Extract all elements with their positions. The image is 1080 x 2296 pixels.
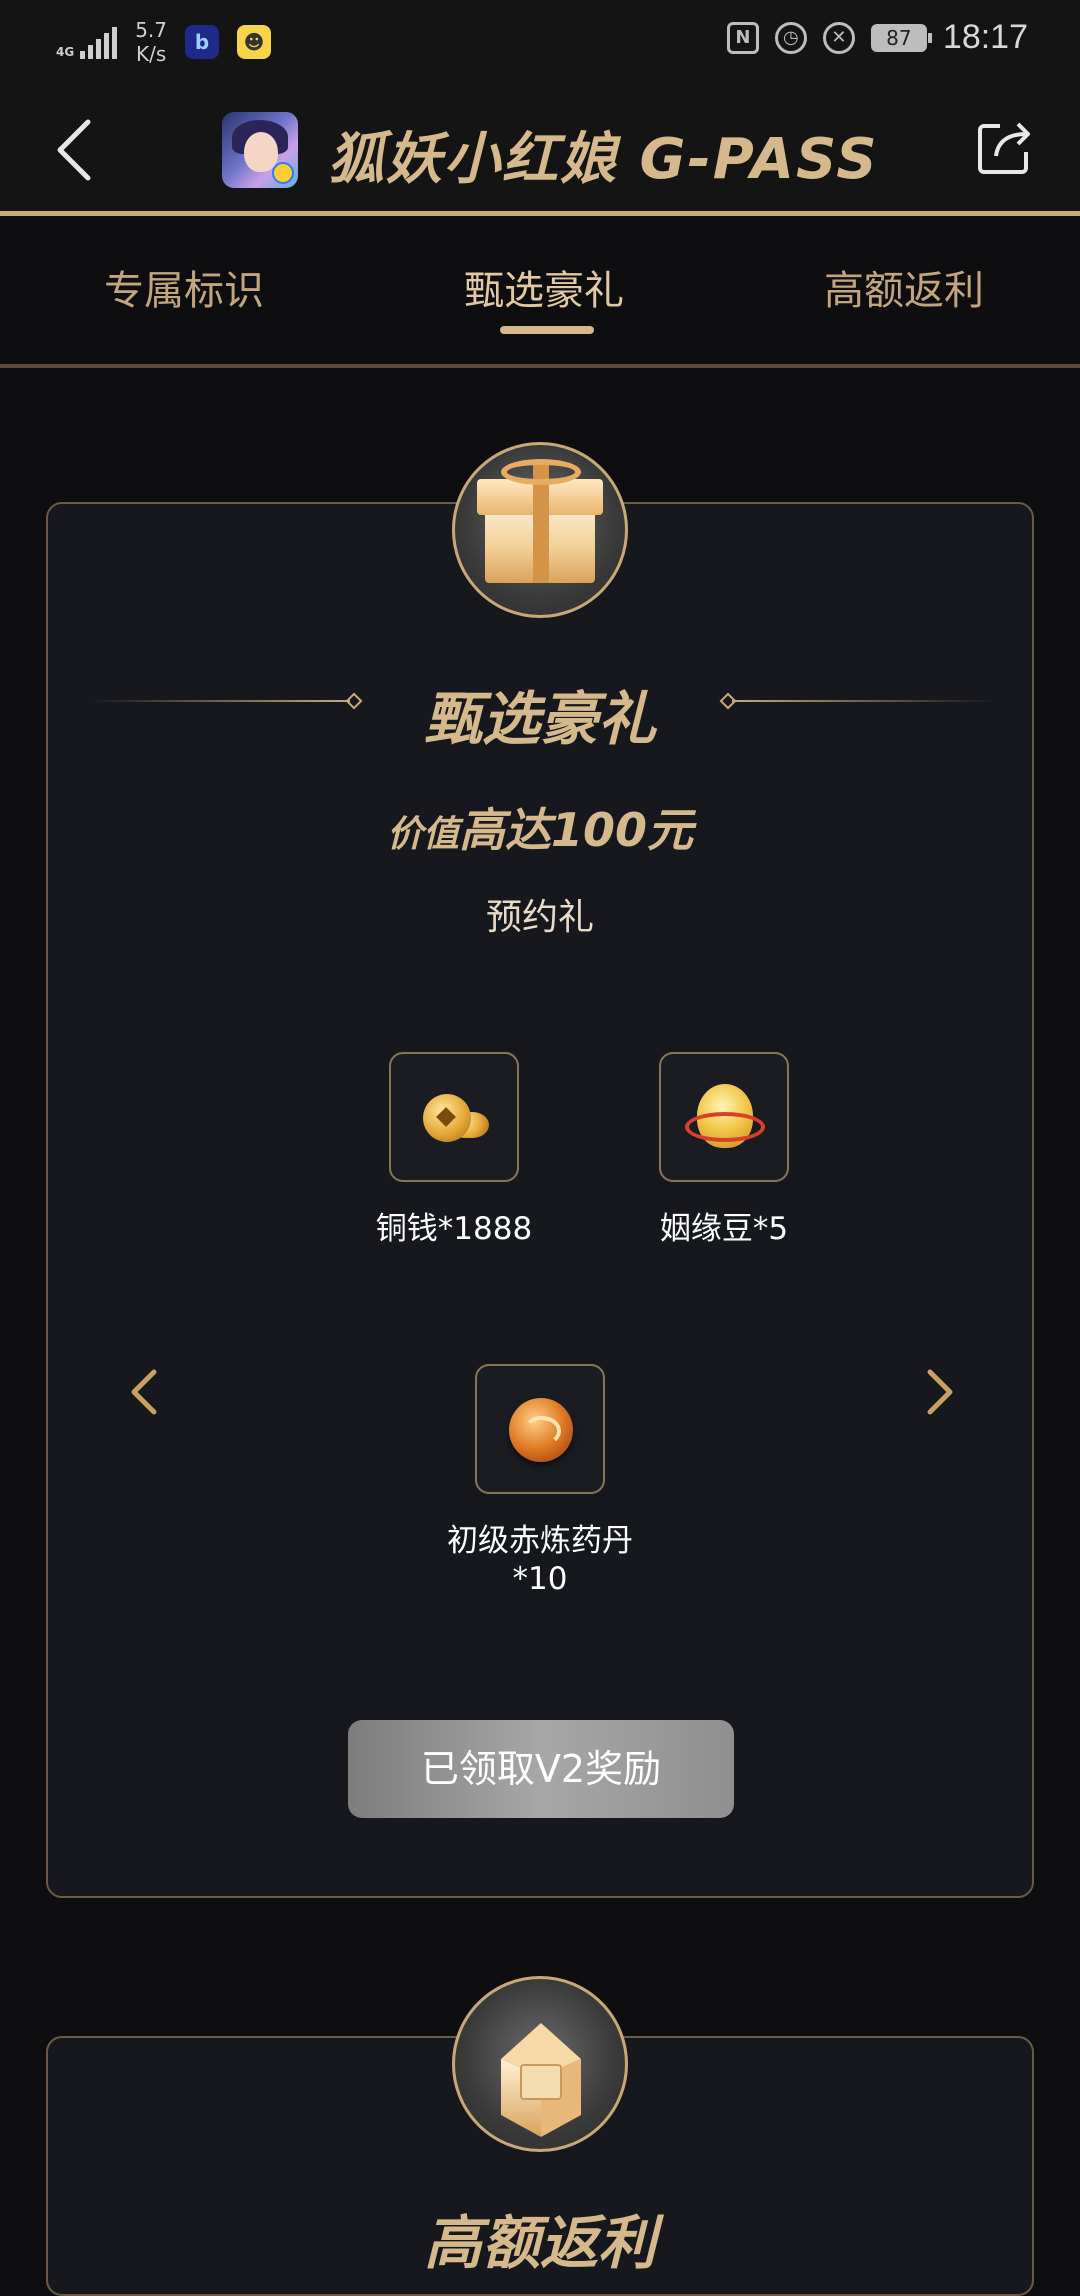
mute-bell-icon: ✕ xyxy=(822,21,855,54)
gift-box-icon xyxy=(452,442,628,618)
title-divider-right xyxy=(732,700,994,702)
claim-reward-button[interactable]: 已领取V2奖励 xyxy=(348,1720,734,1818)
alarm-icon: ◷ xyxy=(774,21,807,54)
reward-item-label: 初级赤炼药丹 *10 xyxy=(447,1523,633,1597)
chevron-left-icon xyxy=(57,119,91,181)
rebate-box-icon xyxy=(452,1976,628,2152)
carousel-prev-button[interactable] xyxy=(124,1362,164,1422)
game-logo xyxy=(222,112,298,188)
reward-item: 铜钱*1888 xyxy=(344,1052,564,1248)
app-header: 狐妖小红娘 G-PASS xyxy=(0,80,1080,216)
reward-item-frame xyxy=(475,1364,605,1494)
carousel-next-button[interactable] xyxy=(920,1362,960,1422)
network-speed: 5.7 K/s xyxy=(135,18,168,66)
chick-app-icon: ☻ xyxy=(237,25,272,59)
section-title-row: 甄选豪礼 xyxy=(48,672,1032,753)
reward-item: 姻缘豆*5 xyxy=(614,1052,834,1248)
back-button[interactable] xyxy=(52,118,100,182)
reward-item-frame xyxy=(659,1052,789,1182)
cellular-signal-icon: 4G xyxy=(56,25,118,59)
gift-card: 甄选豪礼 价值高达100元 预约礼 铜钱*1888 姻缘豆*5 初级赤炼药丹 *… xyxy=(46,502,1034,1898)
nfc-icon: N xyxy=(726,21,759,54)
rebate-section-title: 高额返利 xyxy=(423,2209,656,2277)
page-title: 狐妖小红娘 G-PASS xyxy=(328,127,879,192)
chevron-right-icon xyxy=(927,1369,953,1415)
tab-bar: 专属标识 甄选豪礼 高额返利 xyxy=(0,216,1080,368)
battery-icon: 87 xyxy=(870,23,932,52)
gift-subtitle: 预约礼 xyxy=(485,897,594,938)
reward-item-frame xyxy=(389,1052,519,1182)
active-tab-indicator xyxy=(500,326,594,334)
reward-item-label: 姻缘豆*5 xyxy=(659,1211,789,1247)
bilibili-app-icon: b xyxy=(185,25,220,59)
reward-item-label: 铜钱*1888 xyxy=(375,1211,533,1247)
tab-high-rebate[interactable]: 高额返利 xyxy=(824,258,984,316)
chevron-left-icon xyxy=(131,1369,157,1415)
value-amount: 高达100元 xyxy=(458,803,694,857)
clock: 18:17 xyxy=(942,18,1028,56)
section-title: 甄选豪礼 xyxy=(423,685,656,753)
tab-selected-gifts[interactable]: 甄选豪礼 xyxy=(464,258,624,316)
tab-exclusive-badge[interactable]: 专属标识 xyxy=(104,258,264,316)
share-icon xyxy=(978,122,1030,174)
value-prefix: 价值 xyxy=(386,814,459,855)
reward-item: 初级赤炼药丹 *10 xyxy=(430,1364,650,1598)
status-bar: 4G 5.7 K/s b ☻ N ◷ ✕ 87 18:17 xyxy=(0,0,1080,80)
share-button[interactable] xyxy=(974,118,1034,178)
gift-value: 价值高达100元 xyxy=(48,794,1032,860)
